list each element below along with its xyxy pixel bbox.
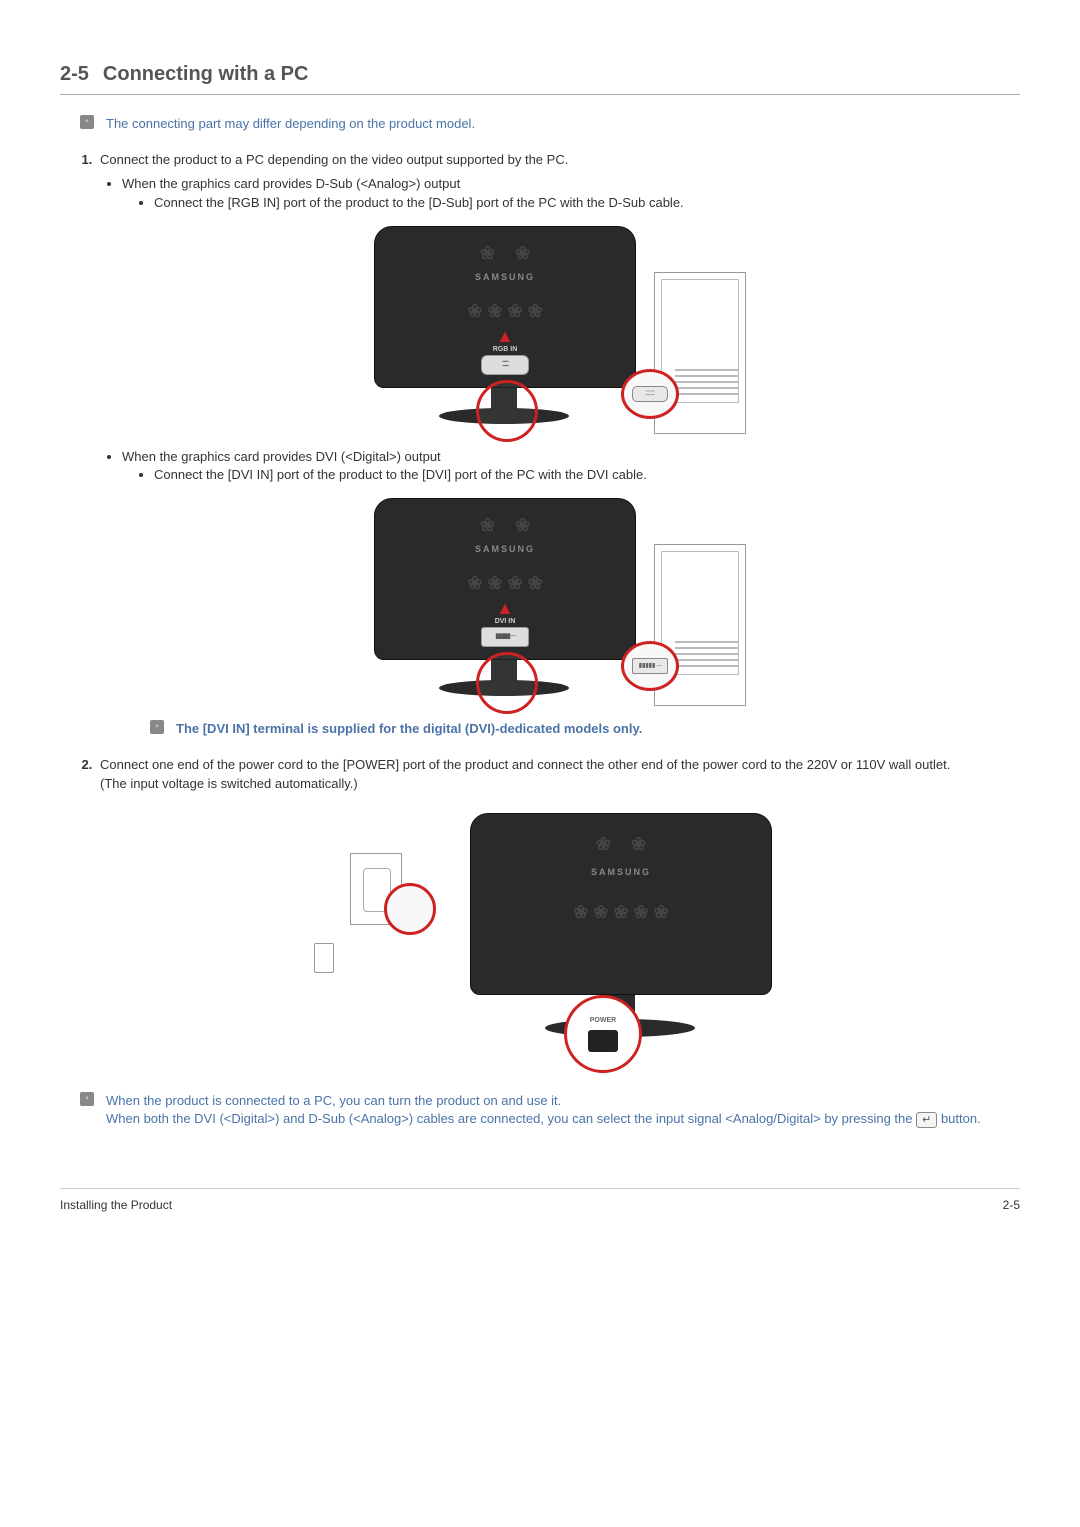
monitor-back-rgb: ❀ ❀ SAMSUNG ❀ ❀ ❀ ❀ RGB IN ⁚⁚⁚⁚⁚ ▲ (374, 226, 634, 424)
footer-left: Installing the Product (60, 1197, 172, 1214)
vga-port: ⁚⁚⁚⁚⁚ (632, 386, 668, 402)
note-final: ◦ When the product is connected to a PC,… (80, 1092, 1020, 1128)
brand-label: SAMSUNG (375, 543, 635, 556)
page-footer: Installing the Product 2-5 (60, 1188, 1020, 1214)
arrow-icon: ▲ (496, 324, 514, 349)
power-plug-callout (384, 883, 436, 935)
pc-tower: ▮▮▮▮▮ ─ (654, 544, 746, 706)
monitor-back-power: ❀ ❀ SAMSUNG ❀ ❀ ❀ ❀ ❀ POWER (470, 813, 770, 1037)
figure-power-connection: ❀ ❀ SAMSUNG ❀ ❀ ❀ ❀ ❀ POWER (100, 813, 1020, 1042)
section-title: Connecting with a PC (103, 63, 309, 85)
brand-label: SAMSUNG (471, 866, 771, 879)
power-label: POWER (590, 1016, 616, 1026)
power-port (588, 1030, 618, 1052)
section-header: 2-5 Connecting with a PC (60, 60, 1020, 95)
step-1-sub-a: When the graphics card provides D-Sub (<… (122, 175, 1020, 211)
source-button-icon: ↵ (916, 1112, 937, 1128)
arrow-icon: ▲ (496, 596, 514, 621)
wall-switch (314, 943, 334, 973)
step-1: Connect the product to a PC depending on… (96, 151, 1020, 738)
step-1-sub-b-detail: Connect the [DVI IN] port of the product… (154, 466, 1020, 484)
dvi-port: ▮▮▮▮▮ ─ (481, 627, 529, 647)
step-1-sub-a-detail: Connect the [RGB IN] port of the product… (154, 194, 1020, 212)
footer-right: 2-5 (1003, 1197, 1020, 1214)
brand-label: SAMSUNG (375, 271, 635, 284)
rgb-port: ⁚⁚⁚⁚⁚ (481, 355, 529, 375)
rgb-connector-callout (476, 380, 538, 442)
step-2: Connect one end of the power cord to the… (96, 756, 1020, 1042)
pc-vga-port-callout: ⁚⁚⁚⁚⁚ (621, 369, 679, 419)
note-text: The connecting part may differ depending… (106, 115, 475, 133)
step-2-sub: (The input voltage is switched automatic… (100, 776, 358, 791)
note-model-differ: ◦ The connecting part may differ dependi… (80, 115, 1020, 133)
power-port-callout: POWER (564, 995, 642, 1073)
step-1-text: Connect the product to a PC depending on… (100, 152, 568, 167)
note-dvi-only: ◦ The [DVI IN] terminal is supplied for … (150, 720, 1020, 738)
monitor-back-dvi: ❀ ❀ SAMSUNG ❀ ❀ ❀ ❀ DVI IN ▮▮▮▮▮ ─ ▲ (374, 498, 634, 696)
pc-dvi-port-callout: ▮▮▮▮▮ ─ (621, 641, 679, 691)
note-text: The [DVI IN] terminal is supplied for th… (176, 720, 642, 738)
step-2-text: Connect one end of the power cord to the… (100, 757, 950, 772)
main-steps-list: Connect the product to a PC depending on… (60, 151, 1020, 1042)
dvi-connector-callout (476, 652, 538, 714)
figure-rgb-connection: ❀ ❀ SAMSUNG ❀ ❀ ❀ ❀ RGB IN ⁚⁚⁚⁚⁚ ▲ (100, 226, 1020, 434)
dvi-port: ▮▮▮▮▮ ─ (632, 658, 668, 674)
step-1-sub-b: When the graphics card provides DVI (<Di… (122, 448, 1020, 484)
section-number: 2-5 (60, 63, 89, 85)
figure-dvi-connection: ❀ ❀ SAMSUNG ❀ ❀ ❀ ❀ DVI IN ▮▮▮▮▮ ─ ▲ (100, 498, 1020, 706)
info-icon: ◦ (150, 720, 164, 734)
pc-tower: ⁚⁚⁚⁚⁚ (654, 272, 746, 434)
note-text: When the product is connected to a PC, y… (106, 1092, 981, 1128)
info-icon: ◦ (80, 115, 94, 129)
info-icon: ◦ (80, 1092, 94, 1106)
